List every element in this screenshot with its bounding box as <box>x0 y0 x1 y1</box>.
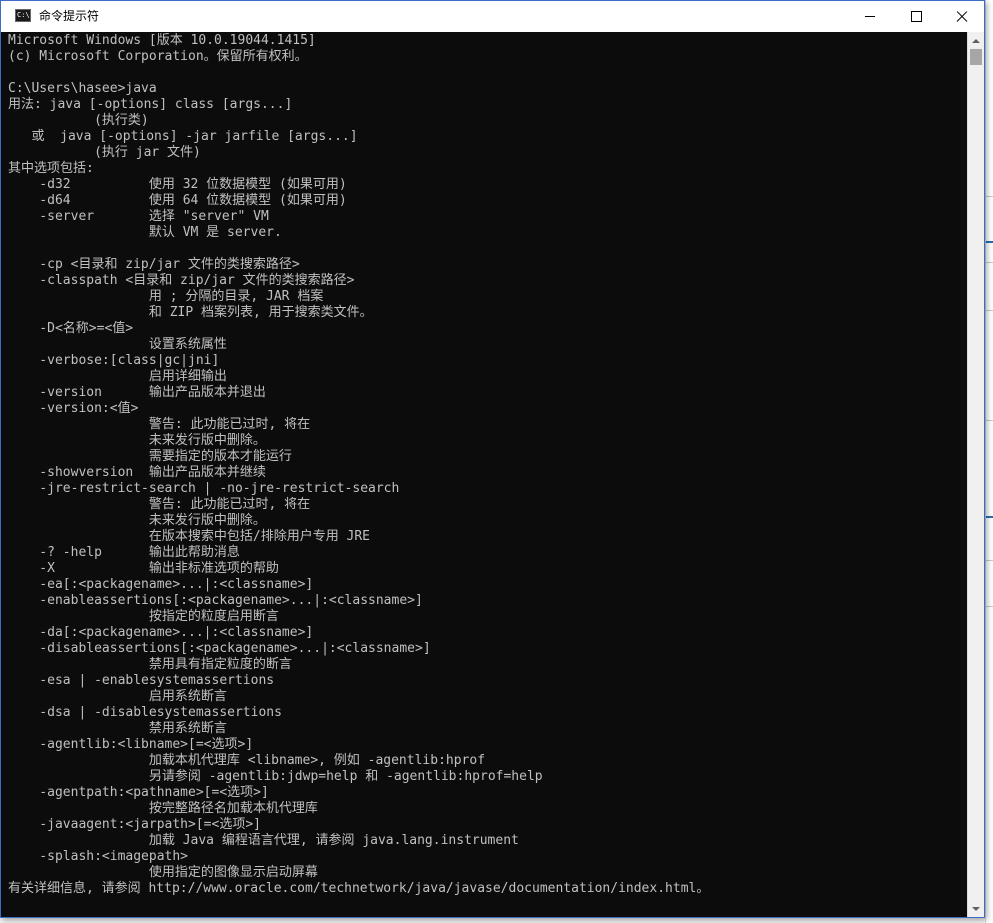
console-line: 有关详细信息, 请参阅 http://www.oracle.com/techne… <box>8 881 710 896</box>
console-line: -verbose:[class|gc|jni] <box>8 353 220 368</box>
close-button[interactable] <box>939 1 985 32</box>
console-line: -esa | -enablesystemassertions <box>8 673 275 688</box>
console-line: C:\Users\hasee>java <box>8 81 157 96</box>
console-text: Microsoft Windows [版本 10.0.19044.1415] (… <box>8 33 966 897</box>
console-line: 在版本搜索中包括/排除用户专用 JRE <box>8 529 371 544</box>
console-line: -disableassertions[:<packagename>...|:<c… <box>8 641 431 656</box>
console-line: 用法: java [-options] class [args...] <box>8 97 293 112</box>
console-line: 加载本机代理库 <libname>, 例如 -agentlib:hprof <box>8 753 486 768</box>
console-line: 或 java [-options] -jar jarfile [args...] <box>8 129 358 144</box>
console-line: -agentpath:<pathname>[=<选项>] <box>8 785 269 800</box>
console-line: 按指定的粒度启用断言 <box>8 609 279 624</box>
console-line: 其中选项包括: <box>8 161 94 176</box>
console-line: 未来发行版中删除。 <box>8 513 266 528</box>
console-app-icon[interactable]: C:\. <box>15 9 34 22</box>
console-line: 需要指定的版本才能运行 <box>8 449 292 464</box>
console-line: -da[:<packagename>...|:<classname>] <box>8 625 314 640</box>
console-line: (c) Microsoft Corporation。保留所有权利。 <box>8 49 308 64</box>
console-line: -showversion 输出产品版本并继续 <box>8 465 266 480</box>
console-line: 按完整路径名加载本机代理库 <box>8 801 318 816</box>
console-line: 默认 VM 是 server. <box>8 225 282 240</box>
console-line: Microsoft Windows [版本 10.0.19044.1415] <box>8 33 316 48</box>
console-line: -d64 使用 64 位数据模型 (如果可用) <box>8 193 347 208</box>
console-line: 禁用具有指定粒度的断言 <box>8 657 292 672</box>
console-line: 用 ; 分隔的目录, JAR 档案 <box>8 289 324 304</box>
console-line: -classpath <目录和 zip/jar 文件的类搜索路径> <box>8 273 355 288</box>
console-line: (执行 jar 文件) <box>8 145 201 160</box>
console-line: 禁用系统断言 <box>8 721 227 736</box>
minimize-icon <box>865 16 875 17</box>
console-line: 启用系统断言 <box>8 689 227 704</box>
console-line: -d32 使用 32 位数据模型 (如果可用) <box>8 177 347 192</box>
chevron-down-icon <box>972 906 980 911</box>
maximize-button[interactable] <box>893 1 939 32</box>
minimize-button[interactable] <box>847 1 893 32</box>
console-output[interactable]: Microsoft Windows [版本 10.0.19044.1415] (… <box>8 33 966 917</box>
console-line: -agentlib:<libname>[=<选项>] <box>8 737 254 752</box>
console-line: -? -help 输出此帮助消息 <box>8 545 240 560</box>
console-line: 启用详细输出 <box>8 369 227 384</box>
scroll-down-button[interactable] <box>968 900 984 917</box>
scrollbar-thumb[interactable] <box>970 49 982 65</box>
command-prompt-window: C:\. 命令提示符 Microsoft Windows [版本 10.0.19… <box>0 0 985 918</box>
console-line: -version 输出产品版本并退出 <box>8 385 266 400</box>
console-line: 加载 Java 编程语言代理, 请参阅 java.lang.instrument <box>8 833 519 848</box>
console-line: -dsa | -disablesystemassertions <box>8 705 282 720</box>
console-line: -version:<值> <box>8 401 139 416</box>
console-line: (执行类) <box>8 113 149 128</box>
console-line: 警告: 此功能已过时, 将在 <box>8 417 311 432</box>
console-line: 未来发行版中删除。 <box>8 433 266 448</box>
background-window-edge <box>985 0 993 923</box>
console-line: -splash:<imagepath> <box>8 849 189 864</box>
console-line: -ea[:<packagename>...|:<classname>] <box>8 577 314 592</box>
console-line: -cp <目录和 zip/jar 文件的类搜索路径> <box>8 257 300 272</box>
console-line: 和 ZIP 档案列表, 用于搜索类文件。 <box>8 305 373 320</box>
chevron-up-icon <box>972 38 980 43</box>
maximize-icon <box>910 11 922 22</box>
console-line: 使用指定的图像显示启动屏幕 <box>8 865 318 880</box>
title-bar[interactable]: C:\. 命令提示符 <box>1 1 984 32</box>
console-line: -javaagent:<jarpath>[=<选项>] <box>8 817 261 832</box>
console-line: 设置系统属性 <box>8 337 227 352</box>
scroll-up-button[interactable] <box>968 32 984 49</box>
console-line: -D<名称>=<值> <box>8 321 134 336</box>
console-line: 另请参阅 -agentlib:jdwp=help 和 -agentlib:hpr… <box>8 769 543 784</box>
vertical-scrollbar[interactable] <box>967 32 984 917</box>
console-line: -jre-restrict-search | -no-jre-restrict-… <box>8 481 400 496</box>
console-line: -enableassertions[:<packagename>...|:<cl… <box>8 593 423 608</box>
close-icon <box>956 11 968 23</box>
window-title: 命令提示符 <box>39 9 100 23</box>
console-line: -server 选择 "server" VM <box>8 209 269 224</box>
console-line: 警告: 此功能已过时, 将在 <box>8 497 311 512</box>
console-line: -X 输出非标准选项的帮助 <box>8 561 279 576</box>
